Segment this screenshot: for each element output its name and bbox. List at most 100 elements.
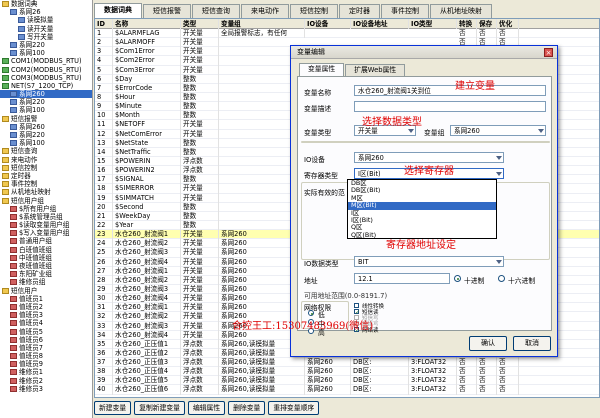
net-radio-0[interactable] xyxy=(308,310,314,316)
tree-node[interactable]: 维修员3 xyxy=(0,385,92,393)
tree-node[interactable]: 短信报警 xyxy=(0,115,92,123)
tree-node[interactable]: COM3(MODBUS_RTU) xyxy=(0,74,92,82)
tree-node[interactable]: 系网220 xyxy=(0,131,92,139)
tree-node[interactable]: 从机地址映射 xyxy=(0,188,92,196)
register-dropdown-list[interactable]: DB区 DB区(Bit) M区 M区(Bit) I区 I区(Bit) Q区 Q区(Bit) xyxy=(347,179,497,239)
tab-variable-properties[interactable]: 变量属性 xyxy=(299,63,345,76)
tree-node[interactable]: 事件控制 xyxy=(0,180,92,188)
tree-node[interactable]: 普通用户组 xyxy=(0,237,92,245)
group-select[interactable]: 系网260 xyxy=(450,125,546,136)
tree-node[interactable]: 值班员7 xyxy=(0,344,92,352)
tree-node[interactable]: $系统管理员组 xyxy=(0,213,92,221)
tree-node[interactable]: 夜班值班组 xyxy=(0,262,92,270)
name-input[interactable]: 水仓260_射流阀1关到位 xyxy=(354,85,546,96)
tree-node[interactable]: 来电动作 xyxy=(0,156,92,164)
tree-node[interactable]: NET(S7_1200_TCP) xyxy=(0,82,92,90)
checkbox-1[interactable]: ✓ xyxy=(354,309,360,316)
tree-node[interactable]: COM2(MODBUS_RTU) xyxy=(0,66,92,74)
tree-node[interactable]: 值班员3 xyxy=(0,311,92,319)
chevron-down-icon xyxy=(408,129,414,133)
edit-properties-button[interactable]: 编辑属性 xyxy=(187,401,226,415)
dropdown-option[interactable]: M区(Bit) xyxy=(348,201,496,210)
tree-node[interactable]: 维修员组 xyxy=(0,278,92,286)
data-type-select[interactable]: BIT xyxy=(354,256,504,267)
column-header[interactable]: IO设备 xyxy=(305,19,351,29)
tree-node[interactable]: $读取变量用户组 xyxy=(0,221,92,229)
tree-node[interactable]: $所有用户组 xyxy=(0,205,92,213)
tree-node[interactable]: 定时器 xyxy=(0,172,92,180)
checkbox-0[interactable] xyxy=(354,303,359,308)
tree-node[interactable]: 值班员4 xyxy=(0,319,92,327)
tree-node-label: 定时器 xyxy=(11,171,31,180)
tree-node[interactable]: 值班员1 xyxy=(0,295,92,303)
tree-node[interactable]: 值班员9 xyxy=(0,360,92,368)
decimal-radio[interactable] xyxy=(454,275,461,282)
project-tree[interactable]: 数据词典 系网26 读模拟量 读开关量 写开关量 系网220 系网100 COM1(MODBU… xyxy=(0,0,93,418)
tree-node[interactable]: 读模拟量 xyxy=(0,16,92,24)
dropdown-option[interactable]: I区(Bit) xyxy=(348,216,496,224)
dropdown-option[interactable]: Q区(Bit) xyxy=(348,231,496,239)
table-row[interactable]: 38 水仓260_正压值4 浮点数 系网260,读模拟量 系网260 DB区: 3:FLOA… xyxy=(95,367,599,377)
table-row[interactable]: 1 $ALARMFLAG 开关量 全局报警标志，有任何否否否 xyxy=(95,29,599,39)
tree-node[interactable]: 短信控制 xyxy=(0,164,92,172)
column-header[interactable]: IO设备地址 xyxy=(351,19,409,29)
table-row[interactable]: 40 水仓260_正压值6 浮点数 系网260,读模拟量 系网260 DB区: 3:FLOA… xyxy=(95,385,599,395)
address-input[interactable]: 12.1 xyxy=(354,273,450,284)
tree-node[interactable]: 数据词典 xyxy=(0,0,92,8)
table-row[interactable]: 39 水仓260_正压值5 浮点数 系网260,读模拟量 系网260 DB区: 3:FLOA… xyxy=(95,376,599,386)
tab-0[interactable]: 数据词典 xyxy=(94,3,142,18)
column-header[interactable]: ID xyxy=(95,19,113,29)
tree-node[interactable]: 东阳矿业组 xyxy=(0,270,92,278)
desc-input[interactable] xyxy=(354,101,546,112)
delete-variable-button[interactable]: 删除变量 xyxy=(228,401,266,415)
tree-node[interactable]: 写开关量 xyxy=(0,33,92,41)
tree-node[interactable]: $写入变量用户组 xyxy=(0,229,92,237)
tree-node[interactable]: 系网220 xyxy=(0,41,92,49)
tab-6[interactable]: 事件控制 xyxy=(381,4,429,18)
copy-new-variable-button[interactable]: 复制新建变量 xyxy=(134,401,185,415)
tree-node[interactable]: 值班员8 xyxy=(0,352,92,360)
column-header[interactable]: 类型 xyxy=(181,19,219,29)
tab-7[interactable]: 从机地址映射 xyxy=(430,4,492,18)
tree-node[interactable]: 系网100 xyxy=(0,139,92,147)
tab-4[interactable]: 短信控制 xyxy=(290,4,338,18)
tree-node[interactable]: 系网220 xyxy=(0,98,92,106)
tab-web-properties[interactable]: 扩展Web属性 xyxy=(345,64,406,76)
tree-node[interactable]: 值班员5 xyxy=(0,328,92,336)
tree-node[interactable]: 系网260 xyxy=(0,123,92,131)
reorder-variables-button[interactable]: 重排变量顺序 xyxy=(268,401,320,415)
tab-3[interactable]: 来电动作 xyxy=(241,4,289,18)
tree-node[interactable]: 系网260 xyxy=(0,90,92,99)
tab-5[interactable]: 定时器 xyxy=(339,4,380,18)
column-header[interactable]: 变量组 xyxy=(219,19,305,29)
cancel-button[interactable]: 取消 xyxy=(513,336,551,351)
tree-node[interactable]: 短信查询 xyxy=(0,147,92,155)
tree-node[interactable]: 值班员2 xyxy=(0,303,92,311)
tree-node[interactable]: 维修员1 xyxy=(0,368,92,376)
close-icon[interactable]: × xyxy=(544,48,553,57)
tree-node[interactable]: 系网26 xyxy=(0,8,92,16)
hex-radio[interactable] xyxy=(498,275,505,282)
tree-node[interactable]: 中班值班组 xyxy=(0,254,92,262)
tree-node[interactable]: 值班员6 xyxy=(0,336,92,344)
tree-node[interactable]: 短信用户 xyxy=(0,287,92,295)
column-header[interactable]: IO类型 xyxy=(409,19,457,29)
dropdown-option[interactable]: DB区(Bit) xyxy=(348,186,496,194)
table-row[interactable]: 37 水仓260_正压值3 浮点数 系网260,读模拟量 系网260 DB区: 3:FLOA… xyxy=(95,358,599,368)
table-cell: $SIGNAL xyxy=(113,175,181,185)
tree-node[interactable]: 白班值班组 xyxy=(0,246,92,254)
tab-1[interactable]: 短信报警 xyxy=(143,4,191,18)
ok-button[interactable]: 确认 xyxy=(469,336,507,351)
tab-2[interactable]: 短信查询 xyxy=(192,4,240,18)
tree-node[interactable]: 短信用户组 xyxy=(0,197,92,205)
tree-node[interactable]: 系网100 xyxy=(0,106,92,114)
column-header[interactable]: 保存 xyxy=(477,19,497,29)
column-header[interactable]: 转换 xyxy=(457,19,477,29)
tree-node[interactable]: COM1(MODBUS_RTU) xyxy=(0,57,92,65)
tree-node[interactable]: 读开关量 xyxy=(0,25,92,33)
column-header[interactable]: 名称 xyxy=(113,19,181,29)
new-variable-button[interactable]: 新建变量 xyxy=(94,401,132,415)
tree-node[interactable]: 维修员2 xyxy=(0,377,92,385)
tree-node[interactable]: 系网100 xyxy=(0,49,92,57)
column-header[interactable]: 优化 xyxy=(497,19,519,29)
